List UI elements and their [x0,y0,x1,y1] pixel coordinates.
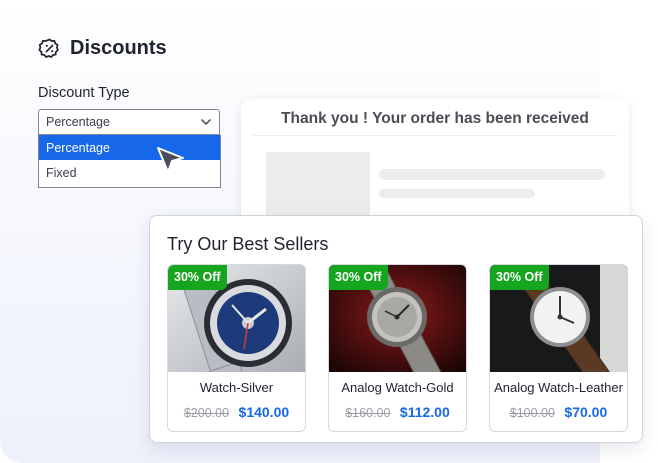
product-card[interactable]: 30% Off Analog Watch-Leather $100.00 $70… [489,264,628,432]
old-price: $200.00 [183,406,230,420]
price-row: $100.00 $70.00 [490,404,627,420]
product-name[interactable]: Analog Watch-Leather [490,380,627,395]
discount-type-label: Discount Type [38,85,130,101]
thank-you-title: Thank you ! Your order has been received [281,110,589,127]
old-price: $160.00 [345,406,391,420]
option-percentage[interactable]: Percentage [39,135,220,160]
price-row: $160.00 $112.00 [329,404,466,420]
select-value: Percentage [46,115,110,129]
discount-type-select[interactable]: Percentage [38,109,220,135]
old-price: $100.00 [509,406,555,420]
chevron-down-icon [200,116,212,131]
discount-badge: 30% Off [168,265,227,290]
best-sellers-title: Try Our Best Sellers [167,234,329,254]
sale-price: $140.00 [238,404,290,420]
page-title: Discounts [70,37,167,59]
placeholder-line [379,189,535,198]
product-name[interactable]: Watch-Silver [168,380,305,395]
product-name[interactable]: Analog Watch-Gold [329,380,466,395]
sale-price: $70.00 [564,404,608,420]
percent-badge-icon [38,37,61,60]
discount-badge: 30% Off [490,265,549,290]
placeholder-line [379,169,605,180]
divider [253,135,617,136]
product-card[interactable]: 30% Off Analog Watch-Gold $160.00 $112.0… [328,264,467,432]
placeholder-image [266,152,370,220]
discount-badge: 30% Off [329,265,388,290]
mouse-cursor-icon [155,145,187,180]
product-card[interactable]: 30% Off Watch-Silver $200.00 $140.00 [167,264,306,432]
discount-type-options: Percentage Fixed [38,135,221,188]
sale-price: $112.00 [399,404,450,420]
option-fixed[interactable]: Fixed [39,160,220,185]
discounts-header: Discounts [38,37,167,60]
price-row: $200.00 $140.00 [168,404,305,420]
best-sellers-card: Try Our Best Sellers 30% Off Watch-Silve… [149,215,643,443]
